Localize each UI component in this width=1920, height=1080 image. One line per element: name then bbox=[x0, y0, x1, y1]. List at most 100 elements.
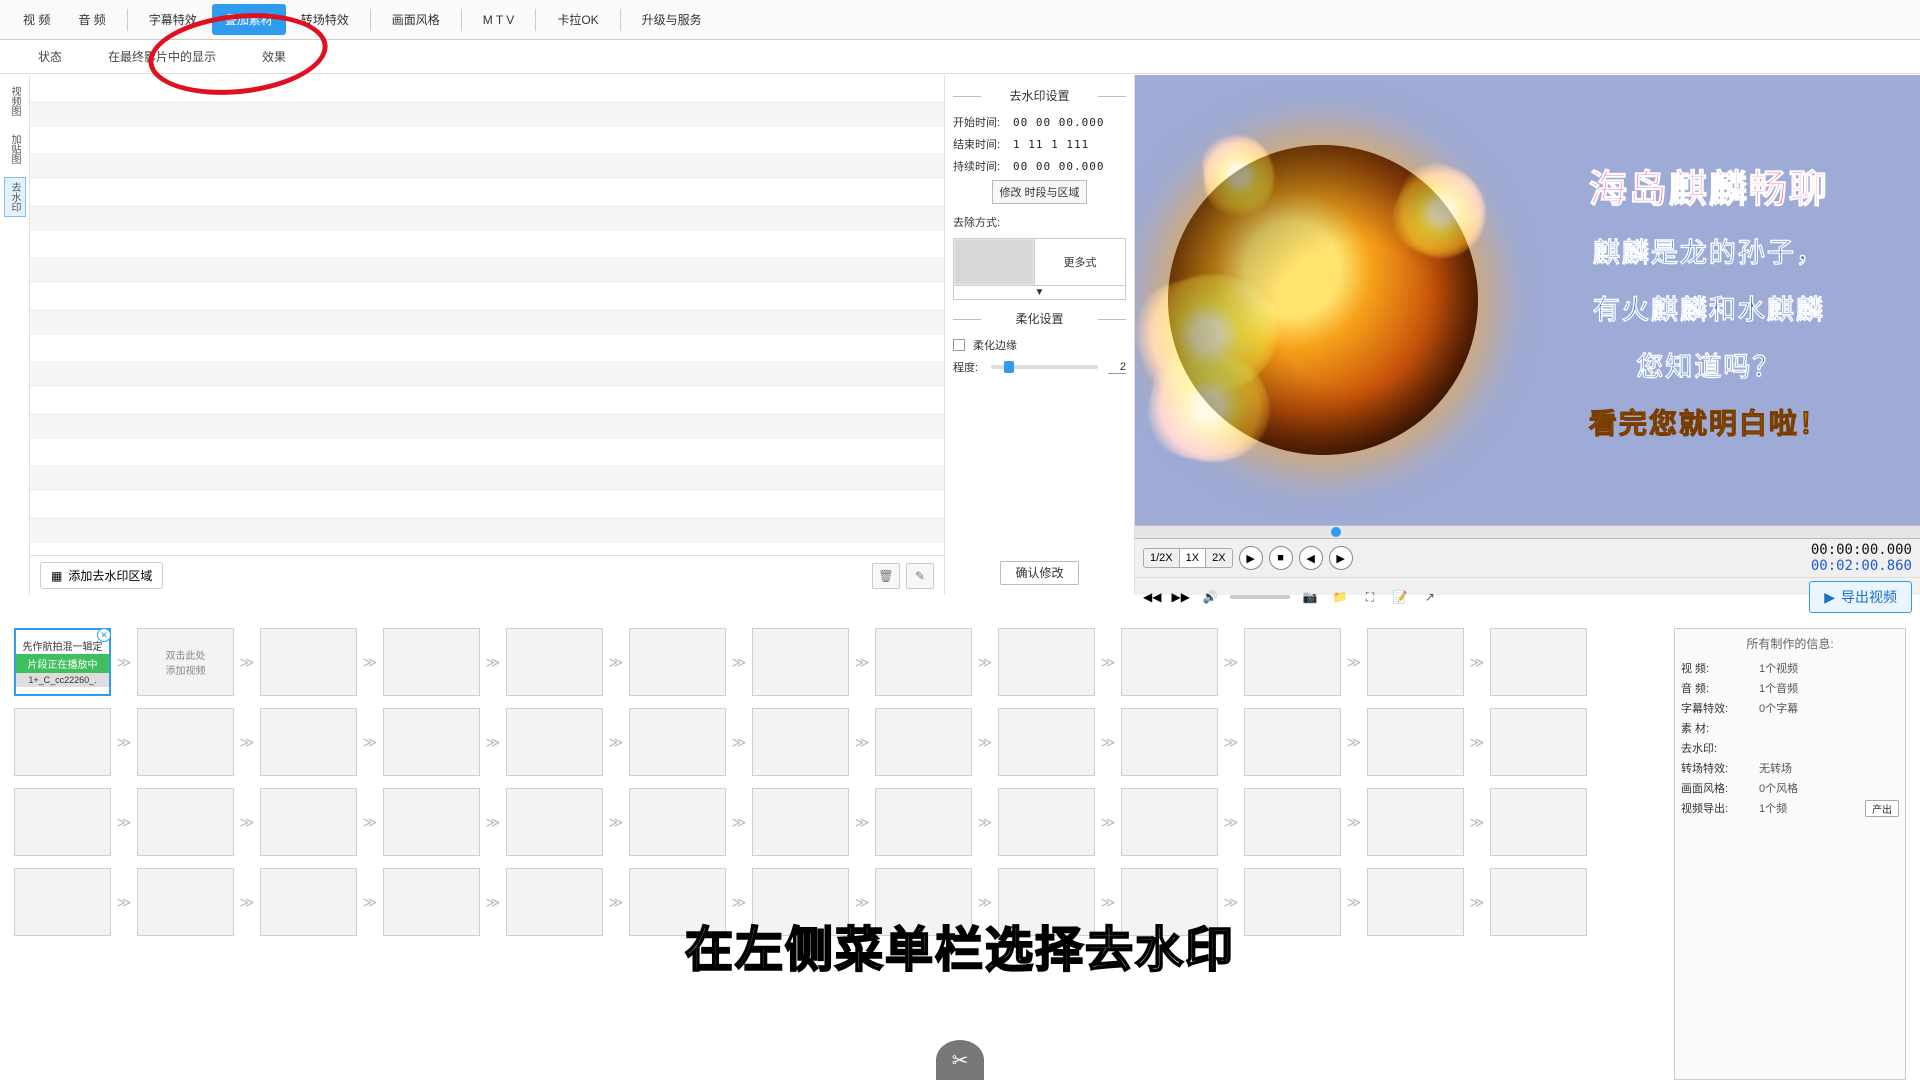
tab-upgrade[interactable]: 升级与服务 bbox=[629, 4, 715, 35]
clip-remove-button[interactable]: ✕ bbox=[97, 628, 111, 642]
style-dropdown-toggle[interactable]: ▼ bbox=[954, 285, 1125, 299]
timeline-clip-slot[interactable] bbox=[383, 868, 480, 936]
timeline-clip-slot[interactable] bbox=[260, 868, 357, 936]
transition-slot[interactable]: ≫ bbox=[730, 893, 748, 911]
timeline-clip-slot[interactable] bbox=[1490, 708, 1587, 776]
prev-frame-button[interactable]: ◀ bbox=[1299, 546, 1323, 570]
transition-slot[interactable]: ≫ bbox=[115, 893, 133, 911]
more-style-button[interactable]: 更多式 bbox=[1034, 239, 1125, 285]
transition-slot[interactable]: ≫ bbox=[1345, 813, 1363, 831]
tab-karaoke[interactable]: 卡拉OK bbox=[544, 4, 611, 35]
style-preview[interactable] bbox=[954, 239, 1034, 285]
transition-slot[interactable]: ≫ bbox=[1468, 893, 1486, 911]
transition-slot[interactable]: ≫ bbox=[853, 893, 871, 911]
transition-slot[interactable]: ≫ bbox=[607, 893, 625, 911]
transition-slot[interactable]: ≫ bbox=[730, 733, 748, 751]
duration-value[interactable]: 00 00 00.000 bbox=[1013, 160, 1126, 173]
timeline-clip-slot[interactable] bbox=[1244, 788, 1341, 856]
transition-slot[interactable]: ≫ bbox=[1222, 893, 1240, 911]
timeline-clip-slot[interactable] bbox=[260, 708, 357, 776]
slider-thumb[interactable] bbox=[1004, 361, 1014, 373]
timeline-clip-slot[interactable] bbox=[1121, 708, 1218, 776]
video-preview[interactable]: 海岛麒麟畅聊 麒麟是龙的孙子， 有火麒麟和水麒麟 您知道吗？ 看完您就明白啦！ bbox=[1135, 75, 1920, 525]
timeline-clip-slot[interactable] bbox=[752, 628, 849, 696]
transition-slot[interactable]: ≫ bbox=[361, 653, 379, 671]
step-fwd-button[interactable]: ▶▶ bbox=[1171, 590, 1189, 604]
next-frame-button[interactable]: ▶ bbox=[1329, 546, 1353, 570]
timeline-clip-slot[interactable] bbox=[506, 628, 603, 696]
transition-slot[interactable]: ≫ bbox=[853, 813, 871, 831]
info-action-button[interactable]: 产出 bbox=[1865, 800, 1899, 817]
timeline-clip-slot[interactable] bbox=[1244, 628, 1341, 696]
transition-slot[interactable]: ≫ bbox=[238, 893, 256, 911]
timeline-clip-slot[interactable] bbox=[383, 628, 480, 696]
timeline-clip-slot[interactable] bbox=[998, 708, 1095, 776]
note-button[interactable]: 📝 bbox=[1390, 588, 1410, 606]
timeline-clip-slot[interactable] bbox=[1367, 868, 1464, 936]
timeline-clip-slot[interactable]: 双击此处 添加视频 bbox=[137, 628, 234, 696]
left-item-video-map[interactable]: 视频图 bbox=[4, 81, 26, 121]
transition-slot[interactable]: ≫ bbox=[976, 813, 994, 831]
transition-slot[interactable]: ≫ bbox=[484, 733, 502, 751]
edit-button[interactable]: ✎ bbox=[906, 563, 934, 589]
transition-slot[interactable]: ≫ bbox=[484, 813, 502, 831]
timeline-clip-slot[interactable] bbox=[14, 788, 111, 856]
timeline-clip-slot[interactable] bbox=[137, 788, 234, 856]
transition-slot[interactable]: ≫ bbox=[1222, 653, 1240, 671]
transition-slot[interactable]: ≫ bbox=[1345, 653, 1363, 671]
timeline-clip-slot[interactable] bbox=[1490, 868, 1587, 936]
timeline-clip-slot[interactable] bbox=[506, 868, 603, 936]
timeline-clip-slot[interactable] bbox=[137, 708, 234, 776]
transition-slot[interactable]: ≫ bbox=[238, 733, 256, 751]
timeline-clip-slot[interactable] bbox=[1367, 788, 1464, 856]
volume-icon[interactable]: 🔊 bbox=[1200, 588, 1220, 606]
transition-slot[interactable]: ≫ bbox=[238, 813, 256, 831]
transition-slot[interactable]: ≫ bbox=[238, 653, 256, 671]
export-video-button[interactable]: ▶ 导出视频 bbox=[1809, 581, 1912, 613]
tab-transition-fx[interactable]: 转场特效 bbox=[288, 4, 362, 35]
timeline-clip-slot[interactable] bbox=[875, 628, 972, 696]
timeline-clip-slot[interactable] bbox=[260, 788, 357, 856]
watermark-list[interactable] bbox=[30, 75, 944, 555]
transition-slot[interactable]: ≫ bbox=[115, 653, 133, 671]
stop-button[interactable]: ■ bbox=[1269, 546, 1293, 570]
speed-half[interactable]: 1/2X bbox=[1144, 549, 1180, 567]
step-back-button[interactable]: ◀◀ bbox=[1143, 590, 1161, 604]
transition-slot[interactable]: ≫ bbox=[484, 893, 502, 911]
speed-1x[interactable]: 1X bbox=[1180, 549, 1206, 567]
timeline-clip-slot[interactable] bbox=[998, 788, 1095, 856]
tab-video[interactable]: 视 频 bbox=[10, 4, 63, 35]
transition-slot[interactable]: ≫ bbox=[1099, 733, 1117, 751]
tab-subtitle-fx[interactable]: 字幕特效 bbox=[136, 4, 210, 35]
volume-slider[interactable] bbox=[1230, 595, 1290, 599]
timeline-clip-slot[interactable] bbox=[260, 628, 357, 696]
sub-display[interactable]: 在最终影片中的显示 bbox=[100, 44, 224, 69]
soften-slider[interactable] bbox=[991, 365, 1098, 369]
transition-slot[interactable]: ≫ bbox=[361, 813, 379, 831]
tab-overlay-material[interactable]: 叠加素材 bbox=[212, 4, 286, 35]
transition-slot[interactable]: ≫ bbox=[1222, 813, 1240, 831]
transition-slot[interactable]: ≫ bbox=[361, 733, 379, 751]
scrub-thumb[interactable] bbox=[1331, 527, 1341, 537]
transition-slot[interactable]: ≫ bbox=[1099, 893, 1117, 911]
timeline-clip-slot[interactable] bbox=[752, 708, 849, 776]
tab-audio[interactable]: 音 频 bbox=[65, 4, 118, 35]
transition-slot[interactable]: ≫ bbox=[1345, 893, 1363, 911]
transition-slot[interactable]: ≫ bbox=[484, 653, 502, 671]
timeline-clip-slot[interactable] bbox=[1367, 708, 1464, 776]
scissors-button[interactable]: ✂ bbox=[936, 1040, 984, 1080]
timeline-clip-slot[interactable]: 先作航拍混一辑定片段正在播放中1+_C_cc22260_.✕ bbox=[14, 628, 111, 696]
transition-slot[interactable]: ≫ bbox=[607, 813, 625, 831]
transition-slot[interactable]: ≫ bbox=[853, 653, 871, 671]
end-time-value[interactable]: 1 11 1 111 bbox=[1013, 138, 1126, 151]
sub-status[interactable]: 状态 bbox=[30, 44, 70, 69]
play-button[interactable]: ▶ bbox=[1239, 546, 1263, 570]
folder-button[interactable]: 📁 bbox=[1330, 588, 1350, 606]
transition-slot[interactable]: ≫ bbox=[1345, 733, 1363, 751]
transition-slot[interactable]: ≫ bbox=[976, 653, 994, 671]
transition-slot[interactable]: ≫ bbox=[1222, 733, 1240, 751]
timeline-clip-slot[interactable] bbox=[1490, 628, 1587, 696]
timeline-clip-slot[interactable] bbox=[137, 868, 234, 936]
timeline-clip-slot[interactable] bbox=[383, 788, 480, 856]
transition-slot[interactable]: ≫ bbox=[730, 813, 748, 831]
